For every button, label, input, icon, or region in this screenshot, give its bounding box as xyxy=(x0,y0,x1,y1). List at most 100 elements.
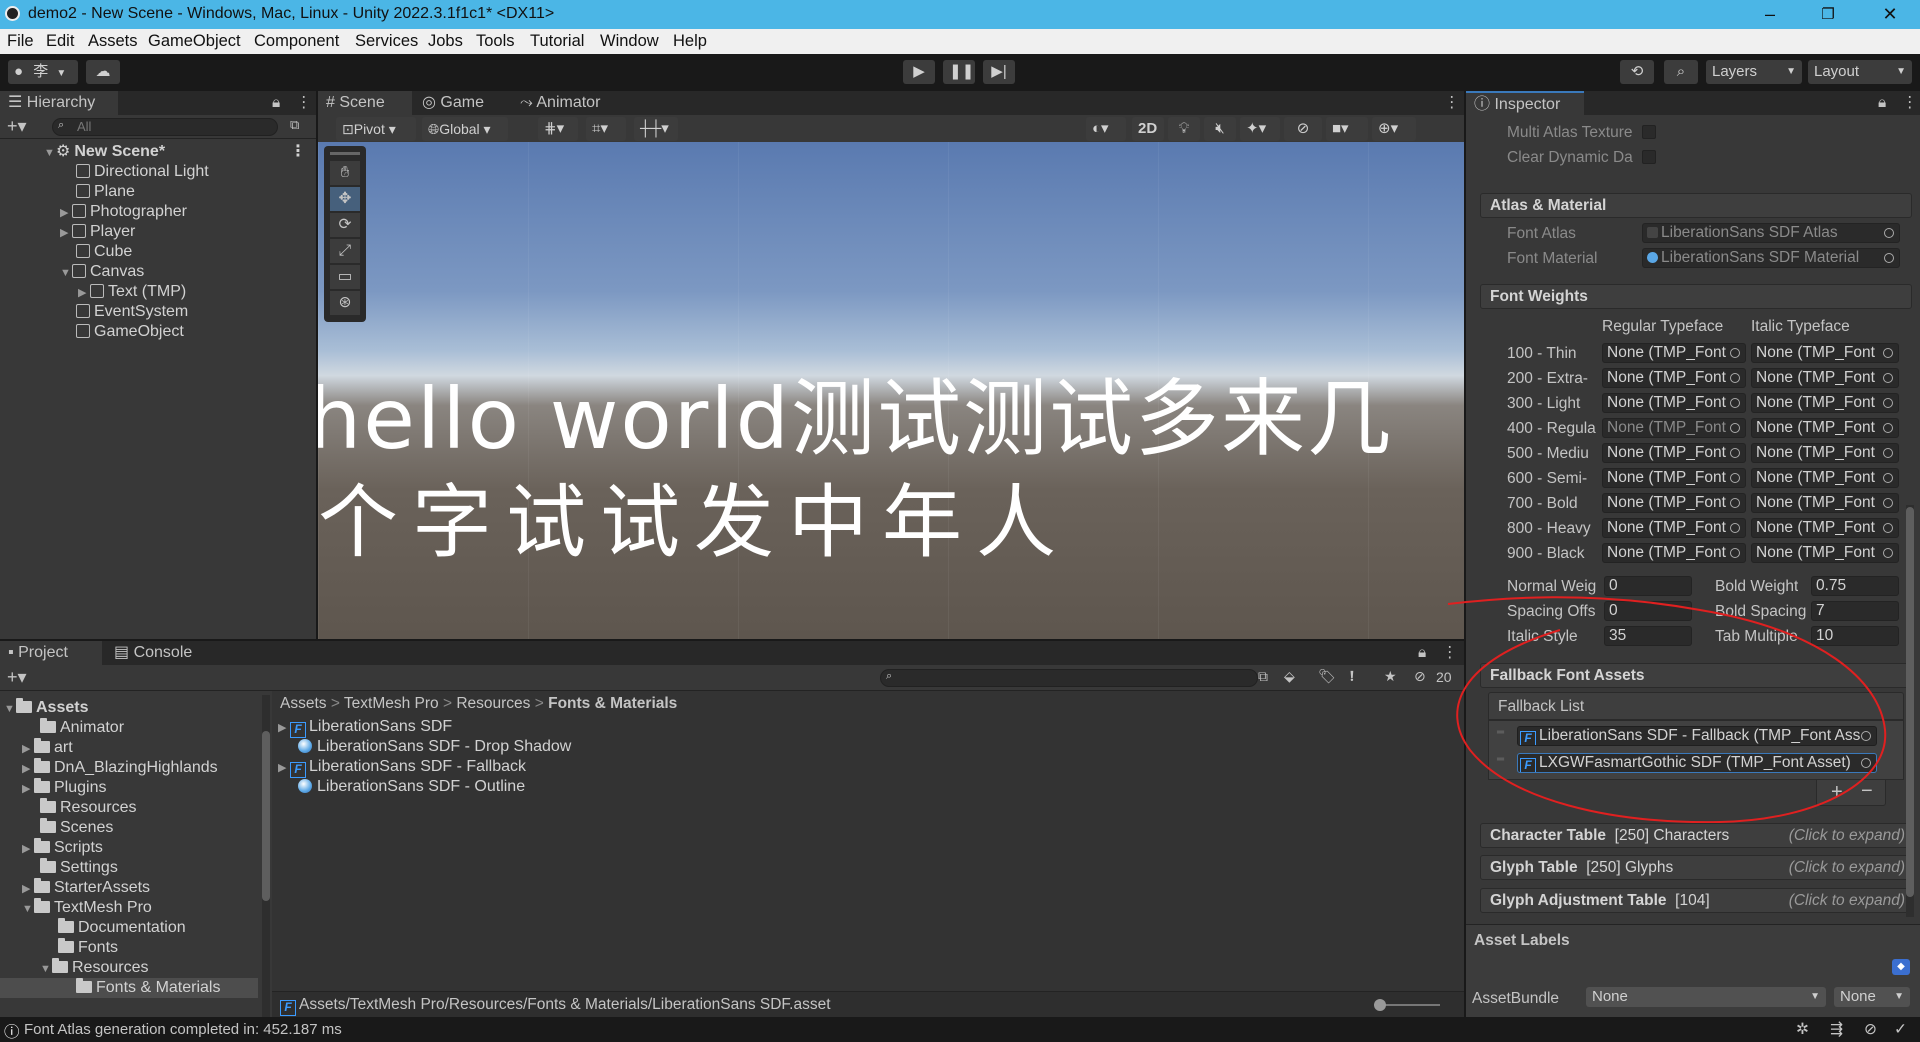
check-icon[interactable]: ✓ xyxy=(1894,1020,1907,1039)
clear-dynamic-checkbox[interactable] xyxy=(1642,150,1656,164)
folder-item[interactable]: ▼ TextMesh Pro xyxy=(22,898,152,918)
object-picker-icon[interactable] xyxy=(1730,498,1740,508)
warning-icon[interactable]: ❗︎ xyxy=(1350,668,1354,685)
object-picker-icon[interactable] xyxy=(1883,423,1893,433)
regular-typeface-field[interactable]: None (TMP_Font xyxy=(1602,543,1746,563)
kebab-menu-icon[interactable]: ⋮ xyxy=(1444,93,1460,112)
close-button[interactable]: ✕ xyxy=(1862,0,1918,29)
kebab-menu-icon[interactable]: ⋮ xyxy=(1902,93,1918,112)
draw-mode-button[interactable]: ◐▾ xyxy=(1086,117,1126,141)
menu-tools[interactable]: Tools xyxy=(476,32,515,51)
italic-typeface-field[interactable]: None (TMP_Font xyxy=(1751,393,1899,413)
object-picker-icon[interactable] xyxy=(1730,523,1740,533)
menu-file[interactable]: File xyxy=(7,32,34,51)
font-atlas-field[interactable]: LiberationSans SDF Atlas xyxy=(1642,223,1900,243)
folder-item[interactable]: Scenes xyxy=(40,818,113,838)
file-item[interactable]: LiberationSans SDF - Drop Shadow xyxy=(298,737,571,757)
lock-icon[interactable]: 🔒︎ xyxy=(1878,94,1886,112)
pause-button[interactable]: ❚❚ xyxy=(943,60,975,84)
regular-typeface-field[interactable]: None (TMP_Font xyxy=(1602,518,1746,538)
glyph-adjustment-header[interactable]: Glyph Adjustment Table [104] (Click to ex… xyxy=(1480,888,1912,913)
increment-snap-button[interactable]: ┼┼▾ xyxy=(634,117,678,141)
italic-typeface-field[interactable]: None (TMP_Font xyxy=(1751,368,1899,388)
step-button[interactable]: ▶| xyxy=(983,60,1015,84)
italic-typeface-field[interactable]: None (TMP_Font xyxy=(1751,543,1899,563)
object-picker-icon[interactable] xyxy=(1730,348,1740,358)
lock-icon[interactable]: 🔒︎ xyxy=(272,94,280,112)
folder-item[interactable]: Fonts xyxy=(58,938,118,958)
italic-typeface-field[interactable]: None (TMP_Font xyxy=(1751,343,1899,363)
folder-item[interactable]: ▼ Assets xyxy=(4,698,88,718)
account-button[interactable]: ● 李 ▼ xyxy=(8,60,78,84)
breadcrumb-item[interactable]: Resources xyxy=(456,695,530,712)
folder-item[interactable]: Documentation xyxy=(58,918,186,938)
minimize-button[interactable]: – xyxy=(1742,0,1798,29)
object-picker-icon[interactable] xyxy=(1730,398,1740,408)
character-table-header[interactable]: Character Table [250] Characters (Click t… xyxy=(1480,823,1912,848)
chevron-down-icon[interactable]: ▼ xyxy=(60,263,72,283)
tab-console[interactable]: ▤ Console xyxy=(106,641,206,665)
object-picker-icon[interactable] xyxy=(1730,423,1740,433)
italic-typeface-field[interactable]: None (TMP_Font xyxy=(1751,443,1899,463)
scrollbar[interactable] xyxy=(262,695,270,1017)
breadcrumb-item[interactable]: TextMesh Pro xyxy=(344,695,439,712)
regular-typeface-field[interactable]: None (TMP_Font xyxy=(1602,418,1746,438)
menu-tutorial[interactable]: Tutorial xyxy=(530,32,584,51)
scene-search-icon[interactable]: ⧉ xyxy=(290,117,299,133)
tab-inspector[interactable]: ⓘ Inspector xyxy=(1466,91,1584,115)
folder-item[interactable]: Resources xyxy=(40,798,136,818)
glyph-table-header[interactable]: Glyph Table [250] Glyphs (Click to expand… xyxy=(1480,855,1912,880)
menu-jobs[interactable]: Jobs xyxy=(428,32,463,51)
label-icon[interactable]: 🏷︎ xyxy=(1318,668,1336,685)
menu-gameobject[interactable]: GameObject xyxy=(148,32,241,51)
search-button[interactable]: ⌕ xyxy=(1664,60,1698,84)
folder-item[interactable]: ▶ Scripts xyxy=(22,838,103,858)
folder-item[interactable]: ▶ art xyxy=(22,738,73,758)
maximize-button[interactable]: ❐ xyxy=(1800,0,1856,29)
rotate-tool-icon[interactable]: ⟳ xyxy=(330,213,360,237)
grid-visibility-button[interactable]: ⌗▾ xyxy=(586,117,626,141)
object-picker-icon[interactable] xyxy=(1883,398,1893,408)
folder-item[interactable]: ▶ Plugins xyxy=(22,778,106,798)
project-search-input[interactable]: ⌕ xyxy=(880,669,1258,687)
grid-snap-button[interactable]: ⋕▾ xyxy=(538,117,578,141)
hierarchy-search-input[interactable]: ⌕ All xyxy=(52,118,278,136)
file-item[interactable]: ▶ F LiberationSans SDF - Fallback xyxy=(278,757,526,778)
folder-item[interactable]: ▶ DnA_BlazingHighlands xyxy=(22,758,218,778)
object-picker-icon[interactable] xyxy=(1883,373,1893,383)
object-picker-icon[interactable] xyxy=(1730,548,1740,558)
list-item[interactable]: EventSystem xyxy=(76,302,188,322)
regular-typeface-field[interactable]: None (TMP_Font xyxy=(1602,343,1746,363)
list-item[interactable]: ▶ Player xyxy=(60,222,135,242)
scene-root[interactable]: ▼⚙ New Scene* ⋮ xyxy=(44,142,306,162)
object-picker-icon[interactable] xyxy=(1730,448,1740,458)
italic-typeface-field[interactable]: None (TMP_Font xyxy=(1751,468,1899,488)
kebab-menu-icon[interactable]: ⋮ xyxy=(296,93,312,112)
file-item[interactable]: LiberationSans SDF - Outline xyxy=(298,777,525,797)
breadcrumb-item[interactable]: Fonts & Materials xyxy=(548,695,677,712)
menu-help[interactable]: Help xyxy=(673,32,707,51)
scene-viewport[interactable]: hello world测试测试多来几 个字试试发中年人 ✋︎ ✥ ⟳ ⤢ ▭ ⊛ xyxy=(318,142,1464,639)
list-item[interactable]: GameObject xyxy=(76,322,184,342)
pivot-dropdown[interactable]: ⊡Pivot ▾ xyxy=(336,117,416,141)
history-button[interactable]: ⟲ xyxy=(1620,60,1654,84)
object-picker-icon[interactable] xyxy=(1883,548,1893,558)
chevron-right-icon[interactable]: ▶ xyxy=(78,283,90,303)
global-dropdown[interactable]: 🌐︎Global ▾ xyxy=(422,117,508,141)
transform-tool-icon[interactable]: ⊛ xyxy=(330,291,360,315)
create-button[interactable]: +▾ xyxy=(7,667,27,688)
object-picker-icon[interactable] xyxy=(1884,253,1894,263)
breadcrumb-item[interactable]: Assets xyxy=(280,695,327,712)
folder-item[interactable]: ▼ Resources xyxy=(40,958,148,978)
kebab-menu-icon[interactable]: ⋮ xyxy=(290,142,306,162)
object-picker-icon[interactable] xyxy=(1883,498,1893,508)
object-picker-icon[interactable] xyxy=(1883,523,1893,533)
effects-button[interactable]: ✦▾ xyxy=(1240,117,1280,141)
folder-item-selected[interactable]: Fonts & Materials xyxy=(0,978,258,998)
rect-tool-icon[interactable]: ▭ xyxy=(330,265,360,289)
folder-item[interactable]: ▶ StarterAssets xyxy=(22,878,150,898)
font-material-field[interactable]: LiberationSans SDF Material xyxy=(1642,248,1900,268)
file-item[interactable]: ▶ F LiberationSans SDF xyxy=(278,717,452,738)
list-item[interactable]: ▶ Photographer xyxy=(60,202,187,222)
menu-window[interactable]: Window xyxy=(600,32,659,51)
